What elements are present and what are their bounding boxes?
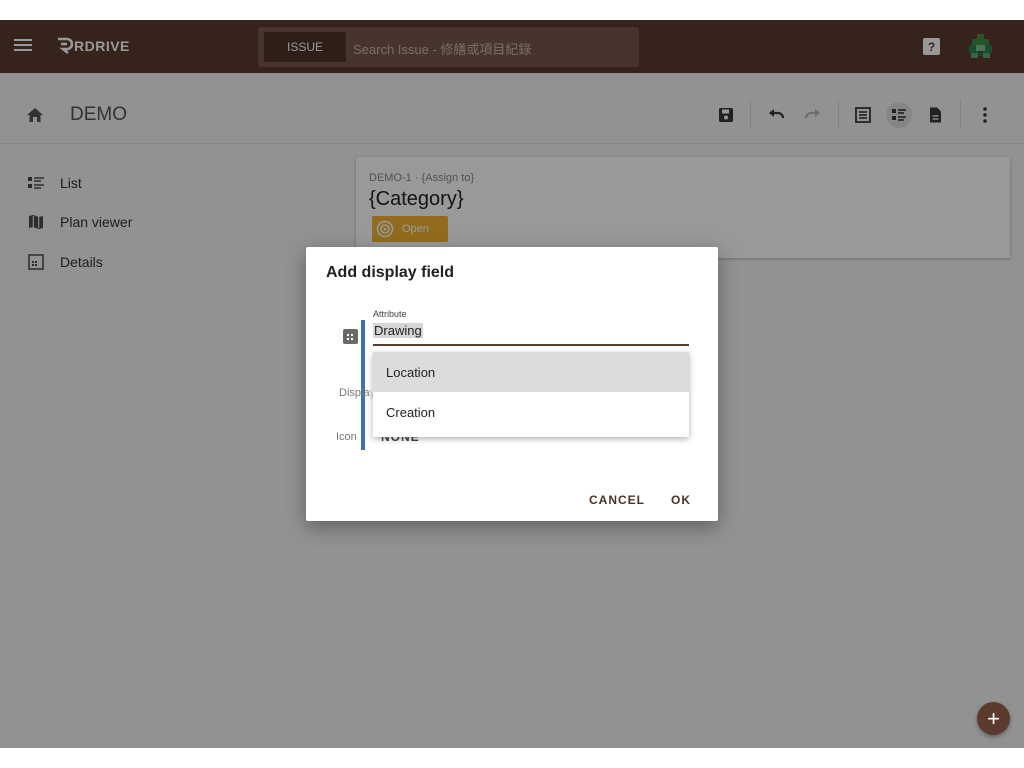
ok-button[interactable]: OK (671, 493, 691, 507)
attribute-icon (343, 329, 358, 344)
dropdown-option-location[interactable]: Location (373, 352, 689, 392)
cancel-button[interactable]: CANCEL (589, 493, 645, 507)
display-field-label: Display (339, 387, 375, 399)
attribute-select[interactable]: Drawing (373, 323, 423, 338)
dropdown-option-creation[interactable]: Creation (373, 392, 689, 432)
icon-field-label: Icon (336, 431, 357, 443)
attribute-dropdown-menu: Location Creation (373, 352, 689, 437)
dialog-title: Add display field (326, 264, 455, 281)
app-window: RDRIVE ISSUE Search Issue - 修繕或項目紀錄 ? DE… (0, 20, 1024, 748)
field-focus-indicator (361, 320, 365, 450)
attribute-underline (373, 344, 689, 346)
attribute-field-label: Attribute (373, 309, 407, 319)
add-fab-button[interactable]: + (977, 702, 1010, 735)
add-display-field-dialog: Add display field Attribute Drawing Disp… (306, 247, 718, 521)
